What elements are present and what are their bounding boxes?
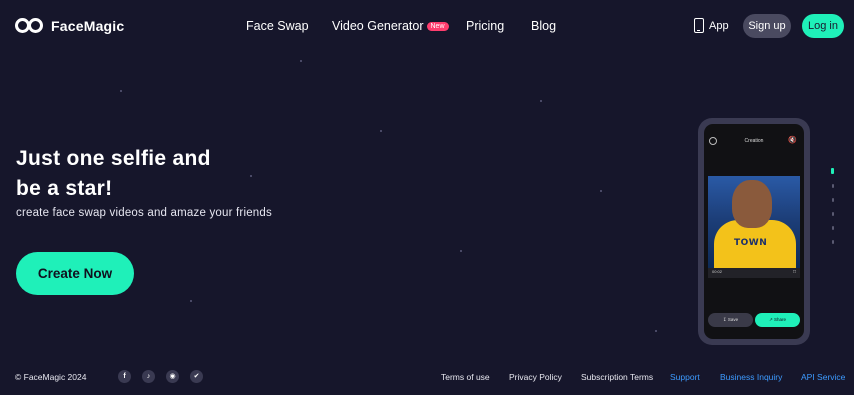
footer-link-support[interactable]: Support	[670, 372, 700, 382]
footer-link-subscription-terms[interactable]: Subscription Terms	[581, 372, 653, 382]
tiktok-icon[interactable]: ♪	[142, 370, 155, 383]
mute-icon[interactable]: 🔇	[788, 136, 797, 144]
share-button[interactable]: ↗ Share	[755, 313, 800, 327]
star-dot	[655, 330, 657, 332]
footer-link-api-service[interactable]: API Service	[801, 372, 845, 382]
pager-dot[interactable]	[832, 198, 834, 202]
footer-link-business-inquiry[interactable]: Business Inquiry	[720, 372, 782, 382]
footer-link-terms[interactable]: Terms of use	[441, 372, 490, 382]
star-dot	[300, 60, 302, 62]
nav-pricing[interactable]: Pricing	[466, 19, 504, 33]
nav-video-generator[interactable]: Video Generator New	[332, 19, 449, 33]
nav-video-generator-label: Video Generator	[332, 19, 424, 33]
star-dot	[540, 100, 542, 102]
fullscreen-icon[interactable]: □	[793, 269, 796, 275]
nav-face-swap[interactable]: Face Swap	[246, 19, 309, 33]
pager-dot-active[interactable]	[831, 168, 834, 174]
brand-name: FaceMagic	[51, 17, 125, 34]
save-button[interactable]: ↧ Save	[708, 313, 753, 327]
create-now-button[interactable]: Create Now	[16, 252, 134, 295]
phone-screen: Creation 🔇 TOWN 00:02 □ ↧ Save ↗ Share	[704, 124, 804, 339]
face-shape	[732, 180, 772, 228]
facebook-icon[interactable]: f	[118, 370, 131, 383]
hero-title-line2: be a star!	[16, 177, 113, 200]
hero-subtitle: create face swap videos and amaze your f…	[16, 207, 272, 219]
twitter-icon[interactable]: ✔	[190, 370, 203, 383]
star-dot	[190, 300, 192, 302]
pager-dot[interactable]	[832, 184, 834, 188]
brand-logo[interactable]: FaceMagic	[15, 17, 124, 34]
video-controls: 00:02 □	[708, 268, 800, 278]
footer-link-privacy[interactable]: Privacy Policy	[509, 372, 562, 382]
new-badge: New	[426, 22, 449, 31]
instagram-icon[interactable]: ◉	[166, 370, 179, 383]
pager-dot[interactable]	[832, 212, 834, 216]
share-label: Share	[774, 317, 787, 322]
pager-dot[interactable]	[832, 226, 834, 230]
hero-title-line1: Just one selfie and	[16, 147, 211, 170]
mobile-phone-icon	[694, 18, 704, 33]
pager-dot[interactable]	[832, 240, 834, 244]
app-label: App	[709, 19, 729, 32]
video-preview[interactable]: TOWN	[708, 176, 800, 268]
star-dot	[120, 90, 122, 92]
jersey-text: TOWN	[734, 238, 768, 248]
copyright-text: © FaceMagic 2024	[15, 372, 87, 382]
login-button[interactable]: Log in	[802, 14, 844, 38]
star-dot	[460, 250, 462, 252]
slide-pager	[831, 168, 835, 254]
logo-icon	[15, 17, 45, 34]
save-label: Save	[727, 317, 739, 322]
phone-mockup: Creation 🔇 TOWN 00:02 □ ↧ Save ↗ Share	[698, 118, 810, 345]
star-dot	[380, 130, 382, 132]
app-download-link[interactable]: App	[694, 18, 729, 33]
star-dot	[600, 190, 602, 192]
hero-title: Just one selfie and be a star!	[16, 144, 276, 204]
site-header: FaceMagic Face Swap Video Generator New P…	[0, 0, 854, 52]
video-time: 00:02	[712, 269, 723, 274]
nav-blog[interactable]: Blog	[531, 19, 556, 33]
signup-button[interactable]: Sign up	[743, 14, 791, 38]
